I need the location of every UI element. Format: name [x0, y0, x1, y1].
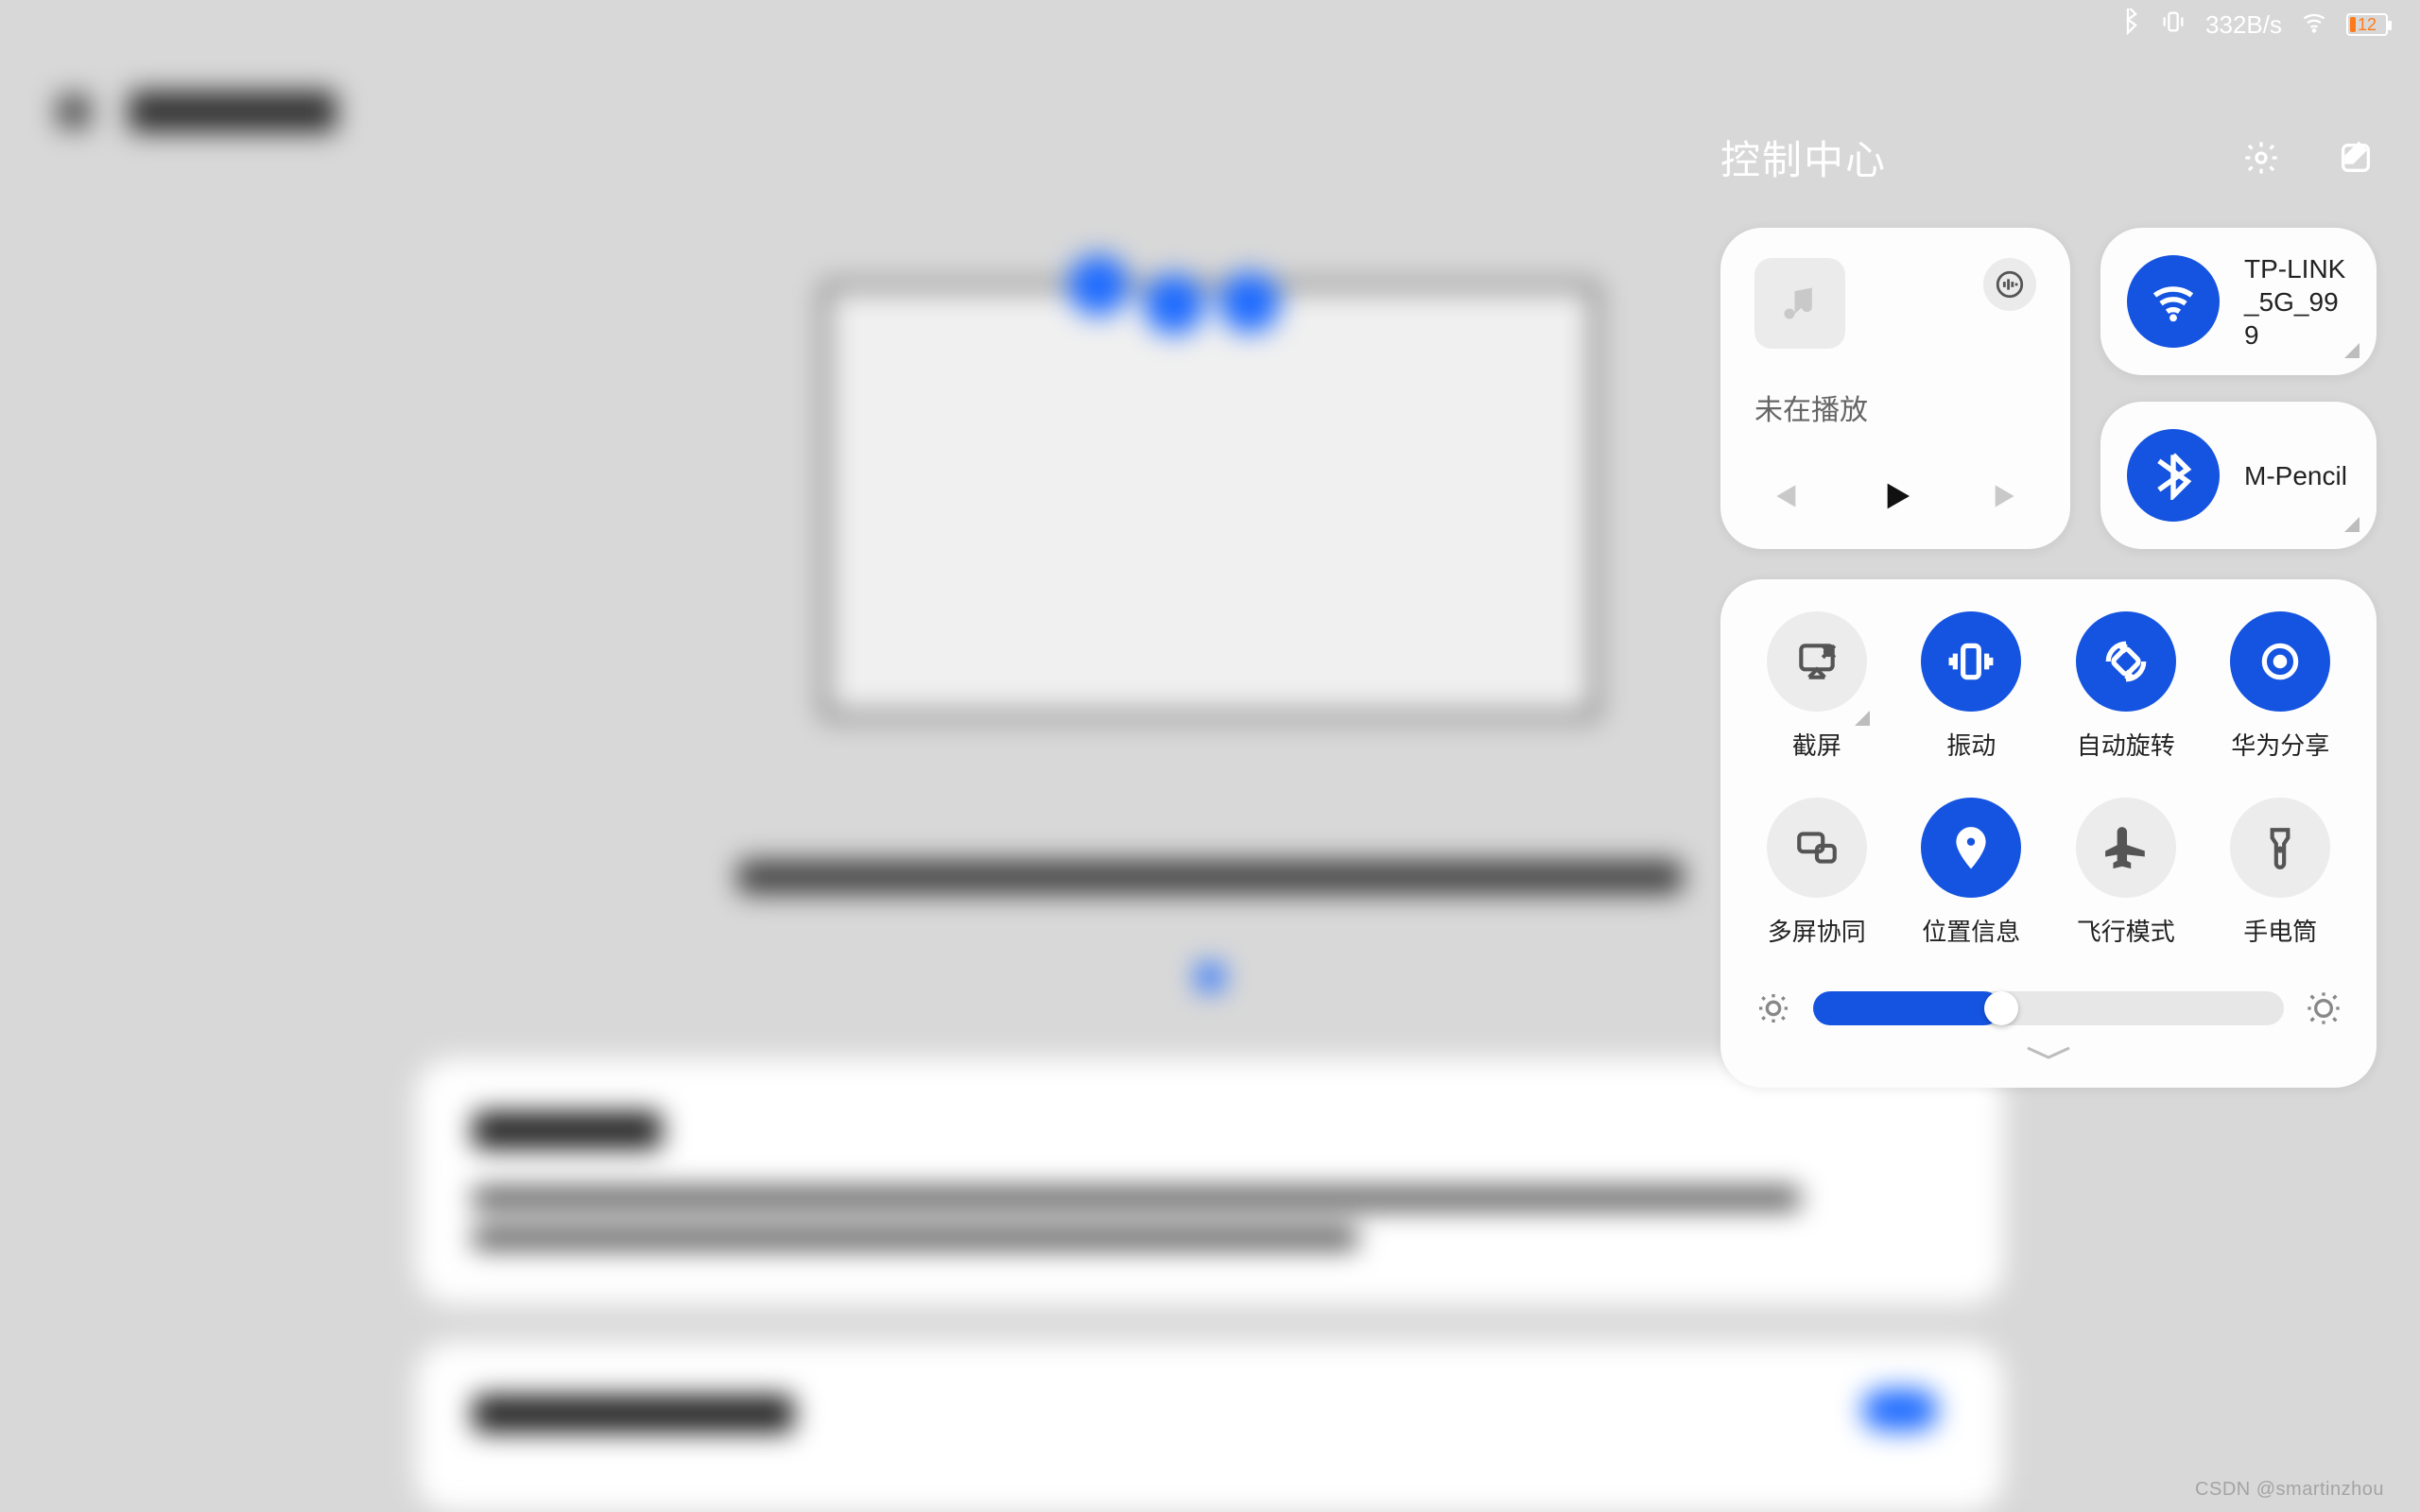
audio-output-button[interactable]: [1983, 258, 2036, 311]
wifi-label: TP-LINK_5G_999: [2244, 252, 2350, 352]
expand-triangle-icon: [2344, 517, 2360, 532]
screenshot-icon: [1793, 638, 1841, 685]
brightness-low-icon: [1754, 989, 1792, 1027]
vibrate-icon: [1947, 638, 1995, 685]
edit-button[interactable]: [2335, 137, 2377, 179]
brightness-slider[interactable]: [1813, 991, 2284, 1025]
share-icon: [2256, 638, 2304, 685]
chevron-down-icon: [2022, 1044, 2075, 1063]
bluetooth-label: M-Pencil: [2244, 459, 2347, 492]
toggle-label: 位置信息: [1922, 913, 2020, 948]
expand-triangle-icon: [1855, 711, 1870, 726]
toggle-label: 振动: [1946, 727, 1996, 762]
edit-icon: [2337, 139, 2375, 177]
toggle-label: 自动旋转: [2077, 727, 2175, 762]
play-icon: [1876, 477, 1914, 515]
brightness-high-icon: [2305, 989, 2342, 1027]
wifi-tile[interactable]: TP-LINK_5G_999: [2100, 228, 2377, 375]
control-center-panel: 控制中心 未在播放: [1677, 0, 2420, 1512]
airplane-icon: [2102, 824, 2150, 871]
toggle-label: 飞行模式: [2077, 913, 2175, 948]
autorotate-icon: [2102, 638, 2150, 685]
toggle-label: 手电筒: [2243, 913, 2317, 948]
toggle-vibrate[interactable]: 振动: [1904, 611, 2040, 762]
media-prev-button[interactable]: [1760, 473, 1806, 519]
flashlight-icon: [2256, 824, 2304, 871]
control-center-header: 控制中心: [1720, 129, 2377, 186]
skip-next-icon: [1989, 477, 2027, 515]
toggle-screenshot[interactable]: 截屏: [1749, 611, 1885, 762]
media-play-button[interactable]: [1873, 473, 1918, 519]
brightness-slider-fill: [1813, 991, 2001, 1025]
toggle-label: 截屏: [1792, 727, 1841, 762]
multiscreen-icon: [1793, 824, 1841, 871]
panel-expand-handle[interactable]: [1749, 1044, 2348, 1063]
media-next-button[interactable]: [1985, 473, 2031, 519]
quick-toggles-tile: 截屏 振动 自动旋转 华为分享 多屏协同 位置信息: [1720, 579, 2377, 1088]
toggle-label: 多屏协同: [1768, 913, 1866, 948]
watermark-label: CSDN @smartinzhou: [2195, 1479, 2384, 1501]
toggle-location[interactable]: 位置信息: [1904, 798, 2040, 948]
toggle-multiscreen[interactable]: 多屏协同: [1749, 798, 1885, 948]
audio-cast-icon: [1994, 268, 2026, 301]
wifi-icon: [2127, 255, 2220, 348]
toggle-autorotate[interactable]: 自动旋转: [2058, 611, 2194, 762]
toggle-huaweishare[interactable]: 华为分享: [2213, 611, 2349, 762]
media-status-label: 未在播放: [1754, 387, 2036, 428]
settings-button[interactable]: [2240, 137, 2282, 179]
toggle-grid: 截屏 振动 自动旋转 华为分享 多屏协同 位置信息: [1749, 611, 2348, 948]
expand-triangle-icon: [2344, 343, 2360, 358]
media-tile[interactable]: 未在播放: [1720, 228, 2070, 549]
gear-icon: [2242, 139, 2280, 177]
bluetooth-icon: [2127, 429, 2220, 522]
location-icon: [1947, 824, 1995, 871]
brightness-slider-thumb[interactable]: [1984, 991, 2018, 1025]
toggle-airplane[interactable]: 飞行模式: [2058, 798, 2194, 948]
toggle-flashlight[interactable]: 手电筒: [2213, 798, 2349, 948]
skip-prev-icon: [1764, 477, 1802, 515]
toggle-label: 华为分享: [2231, 727, 2329, 762]
music-placeholder-icon: [1754, 258, 1845, 349]
control-center-title: 控制中心: [1720, 129, 1887, 186]
bluetooth-tile[interactable]: M-Pencil: [2100, 402, 2377, 549]
brightness-row: [1749, 989, 2348, 1027]
